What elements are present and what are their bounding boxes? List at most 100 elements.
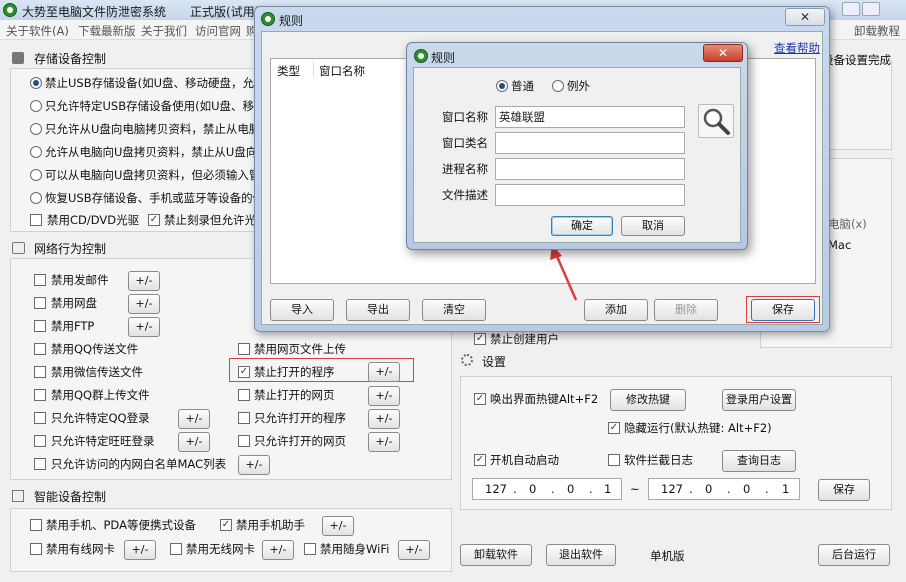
autostart-checkbox[interactable]: ✓ — [474, 454, 486, 466]
portable-wifi-pm-button[interactable]: +/- — [398, 540, 430, 560]
rules-clear-button[interactable]: 清空 — [422, 299, 486, 321]
qq-login-checkbox[interactable] — [34, 412, 46, 424]
ip-end-input[interactable]: 127 . 0 . 0 . 1 — [648, 478, 800, 500]
rules-import-button[interactable]: 导入 — [270, 299, 334, 321]
ip-start-input[interactable]: 127 . 0 . 0 . 1 — [472, 478, 622, 500]
block-program-checkbox[interactable]: ✓ — [238, 366, 250, 378]
pda-checkbox[interactable] — [30, 519, 42, 531]
rules-col-window-name: 窗口名称 — [319, 64, 365, 78]
dialog-ok-button[interactable]: 确定 — [551, 216, 613, 236]
intercept-log-label: 软件拦截日志 — [624, 453, 693, 467]
qq-group-checkbox[interactable] — [34, 389, 46, 401]
wireless-nic-pm-button[interactable]: +/- — [262, 540, 294, 560]
mode-normal-radio[interactable] — [496, 80, 508, 92]
block-web-label: 禁止打开的网页 — [254, 388, 335, 402]
storage-radio-2[interactable] — [30, 100, 42, 112]
settings-save-button[interactable]: 保存 — [818, 479, 870, 501]
background-run-button[interactable]: 后台运行 — [818, 544, 890, 566]
storage-radio-3[interactable] — [30, 123, 42, 135]
netdisk-pm-button[interactable]: +/- — [128, 294, 160, 314]
phone-assistant-pm-button[interactable]: +/- — [322, 516, 354, 536]
login-settings-button[interactable]: 登录用户设置 — [722, 389, 796, 411]
process-name-input[interactable] — [495, 158, 685, 180]
dialog-close-icon[interactable]: ✕ — [703, 44, 743, 62]
mac-whitelist-pm-button[interactable]: +/- — [238, 455, 270, 475]
pda-label: 禁用手机、PDA等便携式设备 — [46, 518, 196, 532]
mac-label: Mac — [828, 238, 852, 252]
portable-wifi-checkbox[interactable] — [304, 543, 316, 555]
window-name-input[interactable]: 英雄联盟 — [495, 106, 685, 128]
storage-radio-5[interactable] — [30, 169, 42, 181]
ftp-pm-button[interactable]: +/- — [128, 317, 160, 337]
magnifier-search-button[interactable] — [698, 104, 734, 138]
qq-file-checkbox[interactable] — [34, 343, 46, 355]
window-class-input[interactable] — [495, 132, 685, 154]
rules-help-link[interactable]: 查看帮助 — [774, 40, 820, 56]
wireless-nic-checkbox[interactable] — [170, 543, 182, 555]
rules-close-icon[interactable]: ✕ — [785, 8, 825, 26]
menu-download-latest[interactable]: 下载最新版 — [78, 23, 136, 39]
allow-program-pm-button[interactable]: +/- — [368, 409, 400, 429]
hotkey-checkbox[interactable]: ✓ — [474, 393, 486, 405]
web-upload-checkbox[interactable] — [238, 343, 250, 355]
portable-wifi-label: 禁用随身WiFi — [320, 542, 390, 556]
block-web-checkbox[interactable] — [238, 389, 250, 401]
rules-save-button[interactable]: 保存 — [751, 299, 815, 321]
new-user-checkbox[interactable]: ✓ — [474, 333, 486, 345]
col-divider — [313, 61, 314, 77]
wechat-file-checkbox[interactable] — [34, 366, 46, 378]
dialog-title-icon — [414, 49, 428, 63]
storage-radio-4[interactable] — [30, 146, 42, 158]
menu-visit-site[interactable]: 访问官网 — [195, 23, 241, 39]
main-window-title: 大势至电脑文件防泄密系统 — [22, 5, 167, 19]
qq-file-label: 禁用QQ传送文件 — [51, 342, 139, 356]
intercept-log-checkbox[interactable] — [608, 454, 620, 466]
rules-export-button[interactable]: 导出 — [346, 299, 410, 321]
menu-about-us[interactable]: 关于我们 — [141, 23, 187, 39]
wangwang-checkbox[interactable] — [34, 435, 46, 447]
modify-hotkey-button[interactable]: 修改热键 — [610, 389, 686, 411]
netdisk-label: 禁用网盘 — [51, 296, 97, 310]
minimize-icon[interactable] — [842, 2, 860, 16]
menu-uninstall-tutorial[interactable]: 卸载教程 — [854, 23, 900, 39]
storage-option-6: 恢复USB存储设备、手机或蓝牙等设备的使用( — [45, 191, 281, 205]
wired-nic-checkbox[interactable] — [30, 543, 42, 555]
autostart-label: 开机自动启动 — [490, 453, 559, 467]
burn-checkbox[interactable]: ✓ — [148, 214, 160, 226]
block-web-pm-button[interactable]: +/- — [368, 386, 400, 406]
netdisk-checkbox[interactable] — [34, 297, 46, 309]
rules-add-button[interactable]: 添加 — [584, 299, 648, 321]
smart-section-title: 智能设备控制 — [34, 490, 107, 504]
qq-login-pm-button[interactable]: +/- — [178, 409, 210, 429]
allow-program-checkbox[interactable] — [238, 412, 250, 424]
wangwang-pm-button[interactable]: +/- — [178, 432, 210, 452]
settings-gear-icon — [461, 354, 473, 366]
phone-assistant-checkbox[interactable]: ✓ — [220, 519, 232, 531]
block-program-pm-button[interactable]: +/- — [368, 362, 400, 382]
ip-range-tilde: ~ — [630, 482, 640, 496]
email-pm-button[interactable]: +/- — [128, 271, 160, 291]
exit-button[interactable]: 退出软件 — [546, 544, 616, 566]
dialog-title: 规则 — [431, 51, 456, 65]
rules-delete-button[interactable]: 删除 — [654, 299, 718, 321]
email-checkbox[interactable] — [34, 274, 46, 286]
new-user-label: 禁止创建用户 — [490, 332, 559, 346]
mode-exception-radio[interactable] — [552, 80, 564, 92]
uninstall-button[interactable]: 卸载软件 — [460, 544, 532, 566]
ftp-checkbox[interactable] — [34, 320, 46, 332]
qq-login-label: 只允许特定QQ登录 — [51, 411, 150, 425]
hidden-run-checkbox[interactable]: ✓ — [608, 422, 620, 434]
edition-label: 正式版(试用) — [190, 5, 260, 19]
cd-checkbox[interactable] — [30, 214, 42, 226]
allow-web-pm-button[interactable]: +/- — [368, 432, 400, 452]
file-description-input[interactable] — [495, 184, 685, 206]
allow-web-checkbox[interactable] — [238, 435, 250, 447]
maximize-icon[interactable] — [862, 2, 880, 16]
mac-whitelist-checkbox[interactable] — [34, 458, 46, 470]
storage-radio-1[interactable] — [30, 77, 42, 89]
wired-nic-pm-button[interactable]: +/- — [124, 540, 156, 560]
query-log-button[interactable]: 查询日志 — [722, 450, 796, 472]
dialog-cancel-button[interactable]: 取消 — [621, 216, 685, 236]
storage-radio-6[interactable] — [30, 192, 42, 204]
menu-about-software[interactable]: 关于软件(A) — [6, 23, 69, 39]
